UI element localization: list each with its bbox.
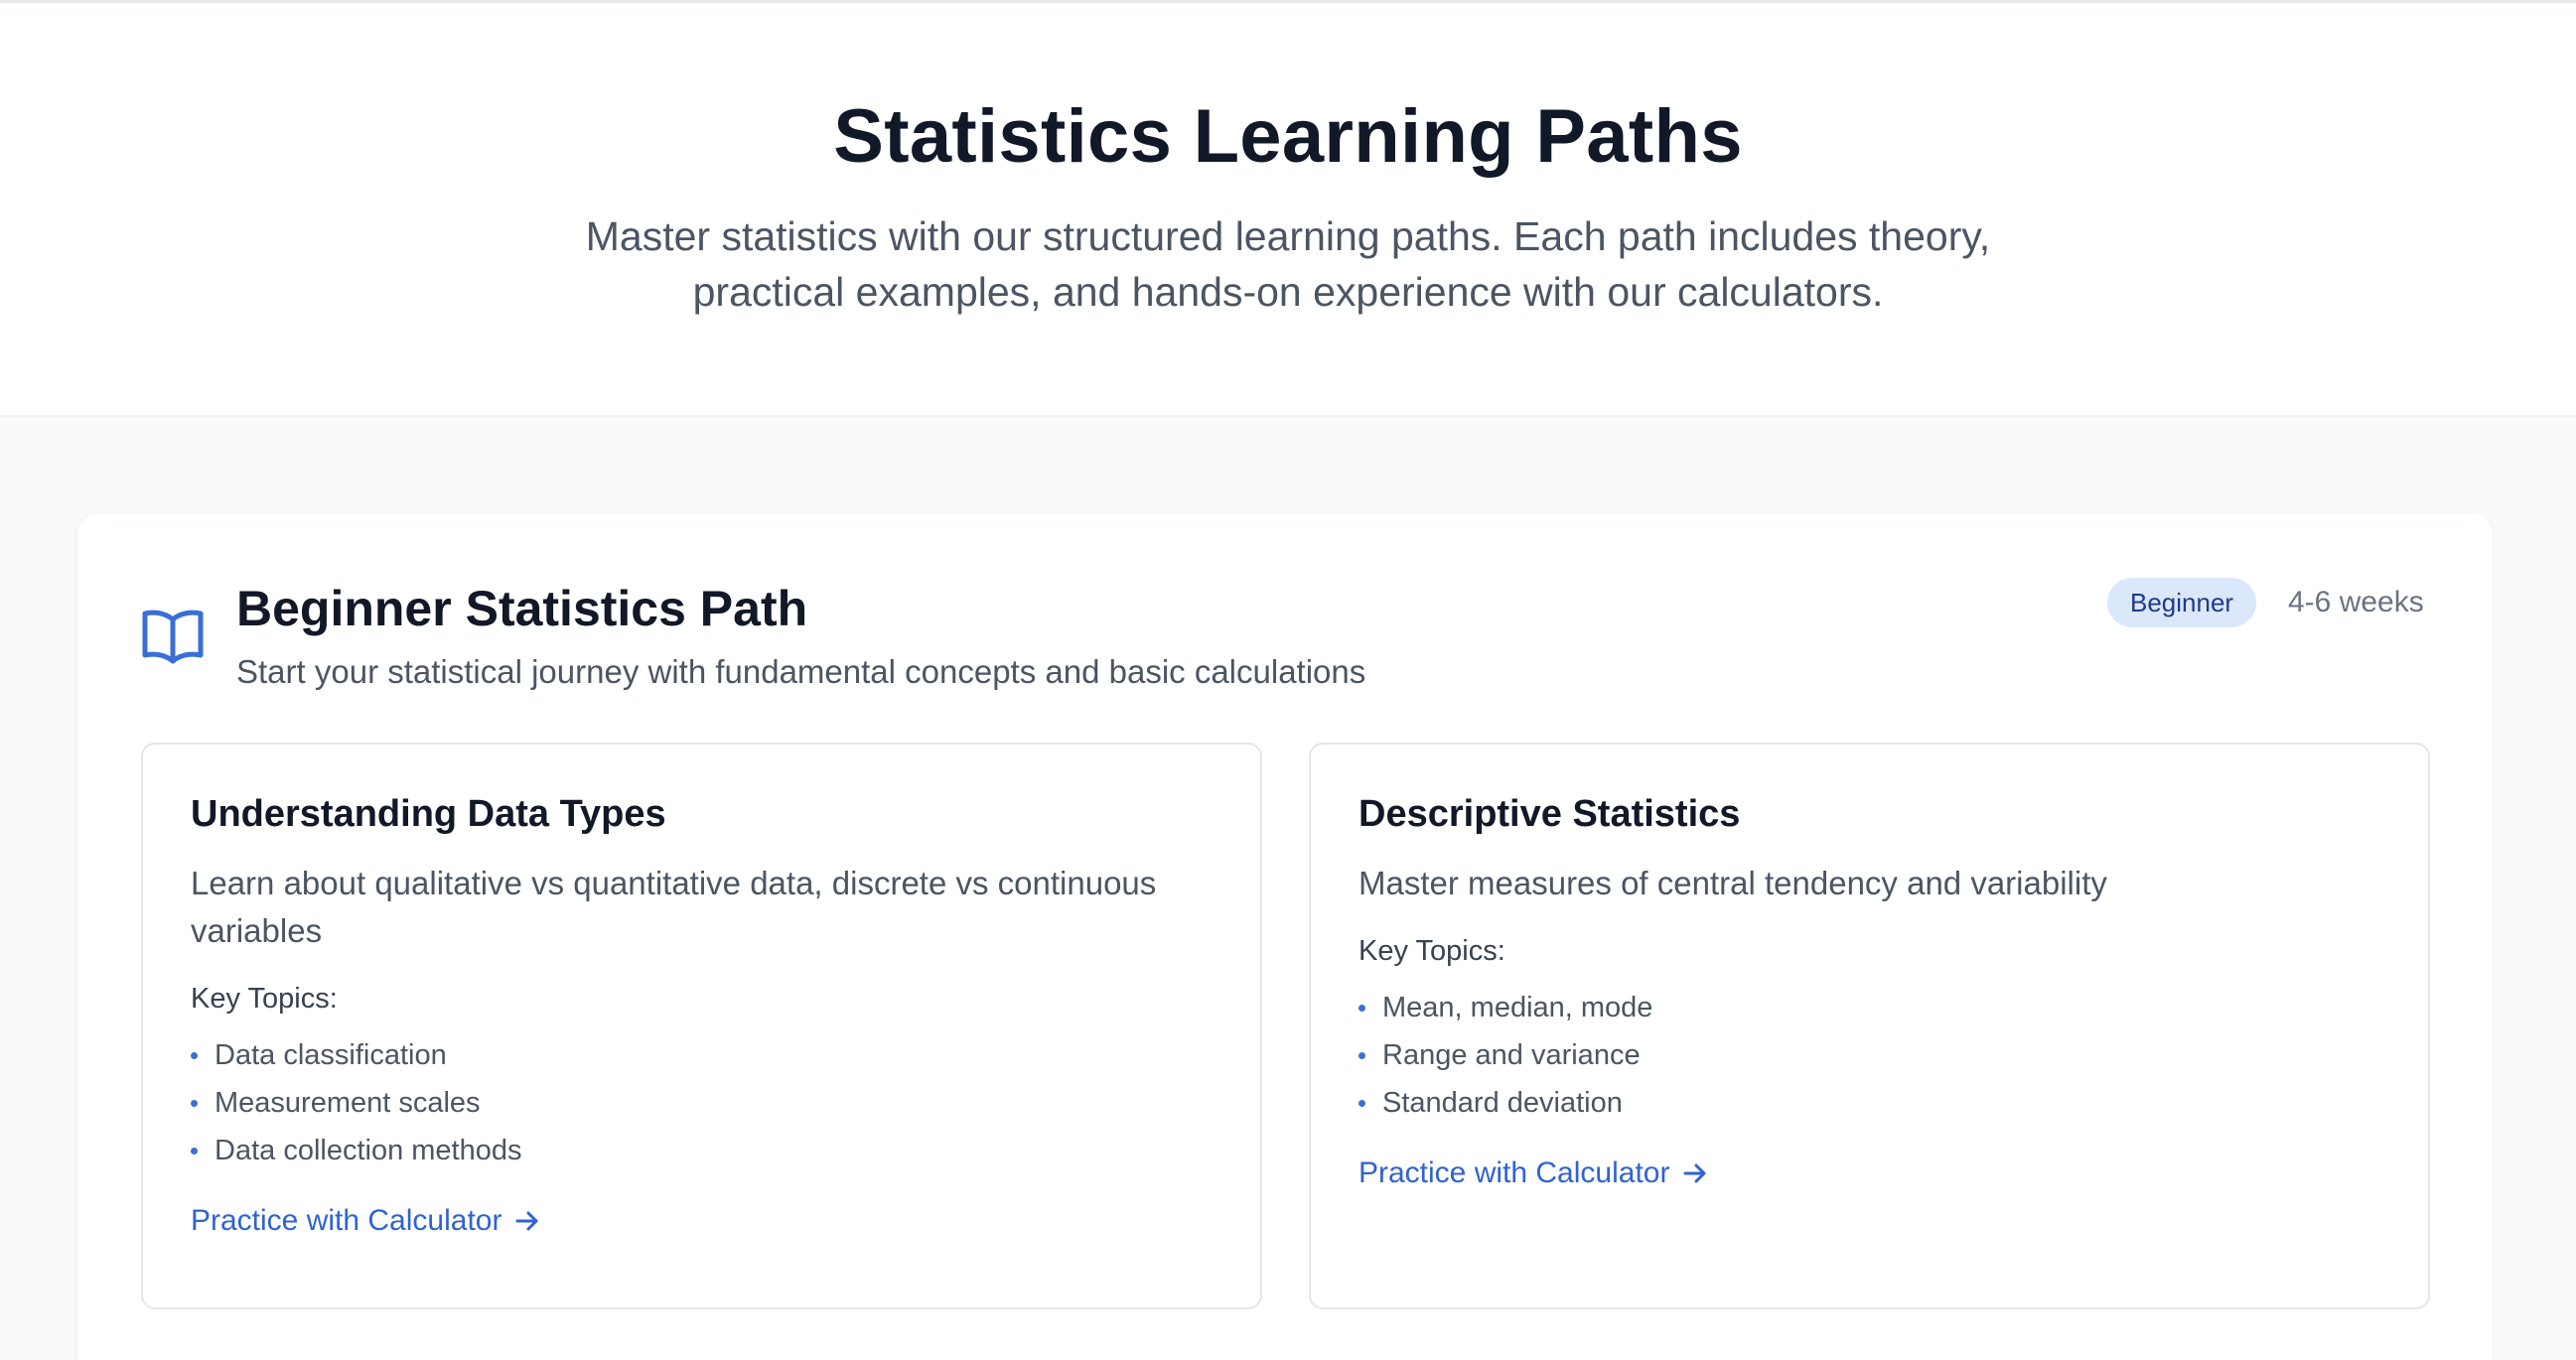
bullet-icon (1359, 1099, 1365, 1107)
book-open-icon (142, 610, 204, 664)
path-title: Beginner Statistics Path (236, 581, 808, 636)
topic-text: Data classification (215, 1038, 447, 1071)
module-title: Descriptive Statistics (1359, 793, 1741, 835)
level-badge: Beginner (2107, 578, 2257, 627)
arrow-right-icon (515, 1211, 538, 1231)
topic-text: Data collection methods (215, 1134, 522, 1166)
module-card: Understanding Data Types Learn about qua… (141, 743, 1262, 1309)
bullet-icon (1359, 1004, 1365, 1012)
bullet-icon (1359, 1051, 1365, 1059)
path-subtitle: Start your statistical journey with fund… (236, 653, 1366, 690)
practice-link-label: Practice with Calculator (191, 1203, 502, 1237)
practice-calculator-link[interactable]: Practice with Calculator (1359, 1156, 1709, 1190)
bullet-icon (191, 1051, 198, 1059)
page-title: Statistics Learning Paths (833, 94, 1743, 179)
practice-calculator-link[interactable]: Practice with Calculator (191, 1204, 541, 1238)
practice-link-label: Practice with Calculator (1359, 1156, 1670, 1189)
topics-label: Key Topics: (1359, 934, 1505, 967)
topic-text: Measurement scales (215, 1086, 481, 1119)
module-description: Master measures of central tendency and … (1359, 864, 2107, 901)
arrow-right-icon (1683, 1163, 1706, 1183)
topic-text: Standard deviation (1382, 1086, 1623, 1119)
duration-label: 4-6 weeks (2288, 586, 2424, 618)
page-header: Statistics Learning Paths Master statist… (0, 3, 2576, 417)
topic-item: Standard deviation (1359, 1079, 2380, 1127)
main-content: Beginner Statistics Path Start your stat… (0, 417, 2576, 1360)
topics-list: Mean, median, mode Range and variance St… (1359, 984, 2380, 1127)
topic-item: Mean, median, mode (1359, 984, 2380, 1031)
learning-path-card: Beginner Statistics Path Start your stat… (77, 514, 2493, 1360)
bullet-icon (191, 1099, 198, 1107)
topic-text: Range and variance (1382, 1038, 1641, 1071)
topic-item: Range and variance (1359, 1031, 2380, 1079)
module-description: Learn about qualitative vs quantitative … (191, 864, 1157, 949)
topic-item: Data collection methods (191, 1127, 1213, 1174)
topic-text: Mean, median, mode (1382, 991, 1653, 1023)
page-description: Master statistics with our structured le… (585, 213, 1991, 315)
topics-list: Data classification Measurement scales D… (191, 1031, 1213, 1174)
topics-label: Key Topics: (191, 982, 338, 1015)
topic-item: Data classification (191, 1031, 1213, 1079)
module-title: Understanding Data Types (191, 793, 666, 835)
topic-item: Measurement scales (191, 1079, 1213, 1127)
module-card: Descriptive Statistics Master measures o… (1309, 743, 2430, 1309)
bullet-icon (191, 1147, 198, 1155)
